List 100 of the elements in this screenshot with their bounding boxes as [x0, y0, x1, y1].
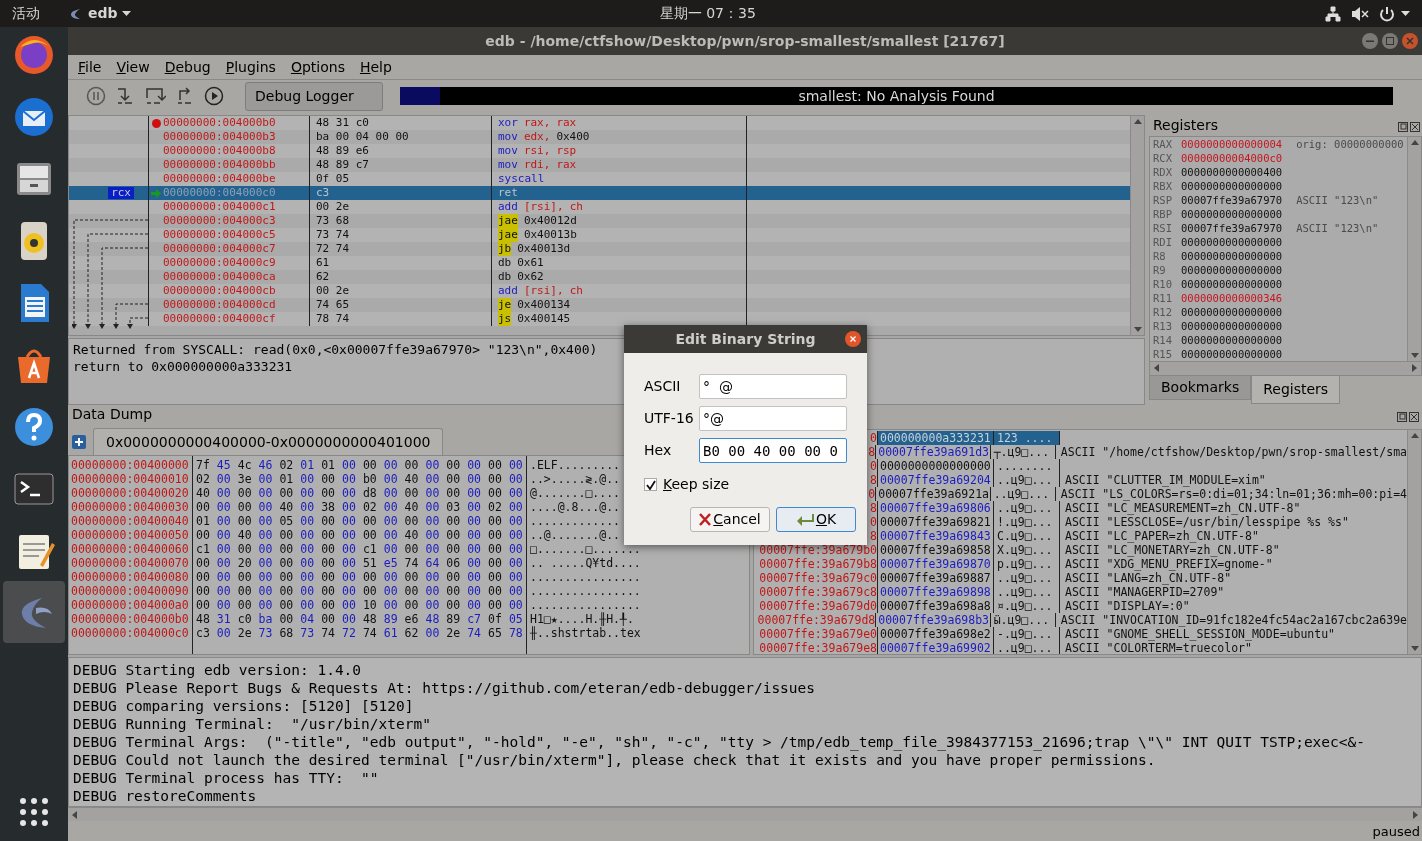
- stack-value[interactable]: 00007ffe39a69806: [878, 501, 994, 515]
- pause-icon[interactable]: [86, 86, 106, 106]
- scrollbar[interactable]: [1150, 360, 1421, 375]
- disassembly-row[interactable]: rcx 00000000:004000c0 c3 ret: [69, 186, 1130, 200]
- close-icon[interactable]: [845, 331, 861, 347]
- app-menu-button[interactable]: edb: [88, 3, 118, 24]
- register-value[interactable]: 0000000000000000: [1181, 318, 1283, 333]
- register-value[interactable]: 0000000000000000: [1181, 178, 1283, 193]
- stack-value[interactable]: 00007ffe39a698a8: [878, 599, 994, 613]
- stack-value[interactable]: 00007ffe39a698b3: [876, 613, 991, 627]
- stack-value[interactable]: 00007ffe39a69204: [878, 473, 994, 487]
- scroll-right-icon[interactable]: [1412, 364, 1418, 373]
- close-icon[interactable]: [1410, 121, 1420, 132]
- register-value[interactable]: 0000000000000000: [1181, 332, 1283, 347]
- mail-icon[interactable]: [12, 95, 56, 139]
- scrollbar[interactable]: [1130, 116, 1144, 336]
- checkbox[interactable]: [644, 478, 657, 491]
- stack-value[interactable]: 00007ffe39a69898: [878, 585, 994, 599]
- stack-value[interactable]: 00007ffe39a69887: [878, 571, 994, 585]
- stack-value[interactable]: 000000000a333231: [878, 431, 994, 445]
- stack-value[interactable]: 00007ffe39a6921a: [876, 487, 991, 501]
- cancel-button[interactable]: Cancel: [690, 507, 770, 532]
- disassembly-row[interactable]: 00000000:004000cd 74 65 je 0x400134: [69, 298, 1130, 312]
- register-value[interactable]: 00007ffe39a67970: [1181, 192, 1283, 207]
- stack-value[interactable]: 00007ffe39a69843: [878, 529, 994, 543]
- scroll-up-icon[interactable]: [1410, 138, 1419, 145]
- tab[interactable]: Bookmarks: [1149, 375, 1252, 400]
- ok-button[interactable]: OK: [776, 507, 856, 532]
- register-value[interactable]: 0000000000000000: [1181, 304, 1283, 319]
- scroll-down-icon[interactable]: [1410, 646, 1419, 652]
- scroll-up-icon[interactable]: [1410, 432, 1419, 438]
- float-icon[interactable]: [1398, 121, 1408, 132]
- register-value[interactable]: 0000000000000000: [1181, 206, 1283, 221]
- hex-byte: 00: [300, 584, 315, 598]
- activities-button[interactable]: 活动: [12, 3, 40, 24]
- scrollbar[interactable]: [68, 807, 1422, 821]
- input-field[interactable]: B0 00 40 00 00 0: [699, 438, 847, 463]
- register-value[interactable]: 0000000000000000: [1181, 276, 1283, 291]
- step-over-icon[interactable]: [144, 86, 166, 106]
- stack-value[interactable]: 00007ffe39a698e2: [878, 627, 994, 641]
- run-icon[interactable]: [204, 86, 224, 106]
- disassembly-row[interactable]: 00000000:004000c7 72 74 jb 0x40013d: [69, 242, 1130, 256]
- hex-byte: 00: [237, 500, 252, 514]
- scrollbar[interactable]: [1407, 136, 1421, 361]
- stack-value[interactable]: 00007ffe39a69870: [878, 557, 994, 571]
- scroll-right-icon[interactable]: [1413, 810, 1419, 819]
- menu-item[interactable]: Plugins: [225, 56, 276, 78]
- stack-value[interactable]: 00007ffe39a691d3: [876, 445, 991, 459]
- hex-byte: 00: [300, 542, 315, 556]
- step-into-icon[interactable]: [115, 86, 135, 106]
- hex-byte: 00: [488, 584, 502, 598]
- scroll-down-icon[interactable]: [1133, 327, 1142, 334]
- menu-item[interactable]: View: [116, 56, 150, 78]
- register-name: RBX: [1153, 178, 1173, 193]
- scroll-up-icon[interactable]: [1133, 118, 1142, 124]
- menu-item[interactable]: Help: [359, 56, 392, 78]
- network-icon[interactable]: [1325, 5, 1341, 22]
- input-field[interactable]: ° @: [699, 374, 847, 399]
- minimize-icon[interactable]: [1362, 33, 1378, 49]
- menu-item[interactable]: Debug: [164, 56, 211, 78]
- register-value[interactable]: 0000000000000000: [1181, 346, 1283, 361]
- disassembly-row[interactable]: 00000000:004000c3 73 68 jae 0x40012d: [69, 214, 1130, 228]
- stack-value[interactable]: 00007ffe39a69858: [878, 543, 994, 557]
- hex-byte: 72: [342, 626, 356, 640]
- scrollbar[interactable]: [1407, 430, 1421, 654]
- browser-icon[interactable]: [12, 33, 56, 77]
- breakpoint-icon[interactable]: [151, 118, 161, 128]
- register-value[interactable]: 0000000000000400: [1181, 164, 1283, 179]
- dump-tab[interactable]: 0x0000000000400000-0x0000000000401000: [93, 428, 444, 455]
- register-value[interactable]: 0000000000000000: [1181, 234, 1283, 249]
- tab[interactable]: Registers: [1251, 375, 1341, 404]
- input-field[interactable]: °@: [699, 406, 847, 431]
- stack-value[interactable]: 00007ffe39a69821: [878, 515, 994, 529]
- register-value[interactable]: 0000000000000000: [1181, 248, 1283, 263]
- hex-byte: 00: [467, 570, 482, 584]
- add-tab-icon[interactable]: [72, 435, 86, 449]
- app-grid-icon[interactable]: [19, 797, 49, 827]
- float-icon[interactable]: [1397, 412, 1407, 422]
- volume-muted-icon[interactable]: [1351, 5, 1369, 22]
- scroll-left-icon[interactable]: [1153, 364, 1159, 373]
- disassembly-row[interactable]: 00000000:004000ca 62 db 0x62: [69, 270, 1130, 284]
- register-value[interactable]: 00007ffe39a67970: [1181, 220, 1283, 235]
- stack-value[interactable]: 0000000000000000: [878, 459, 994, 473]
- scroll-left-icon[interactable]: [71, 810, 77, 819]
- power-icon[interactable]: [1379, 5, 1395, 22]
- menu-item[interactable]: File: [78, 56, 102, 78]
- disassembly-row[interactable]: 00000000:004000b3 ba 00 04 00 00 mov edx, 0x400: [69, 130, 1130, 144]
- help-icon[interactable]: [12, 405, 56, 449]
- clock[interactable]: 星期一 07：35: [659, 3, 756, 24]
- hex-byte: 00: [300, 570, 315, 584]
- caret-icon[interactable]: [1401, 10, 1410, 17]
- stack-value[interactable]: 00007ffe39a69902: [878, 641, 994, 654]
- operand: rsp: [556, 144, 577, 158]
- register-value[interactable]: 0000000000000000: [1181, 262, 1283, 277]
- debug-logger-button[interactable]: Debug Logger: [245, 81, 383, 111]
- disassembly-row[interactable]: 00000000:004000bb 48 89 c7 mov rdi, rax: [69, 158, 1130, 172]
- menu-item[interactable]: Options: [290, 56, 345, 78]
- maximize-icon[interactable]: [1382, 33, 1398, 49]
- hex-byte: 00: [342, 458, 356, 472]
- close-icon[interactable]: [1409, 412, 1419, 422]
